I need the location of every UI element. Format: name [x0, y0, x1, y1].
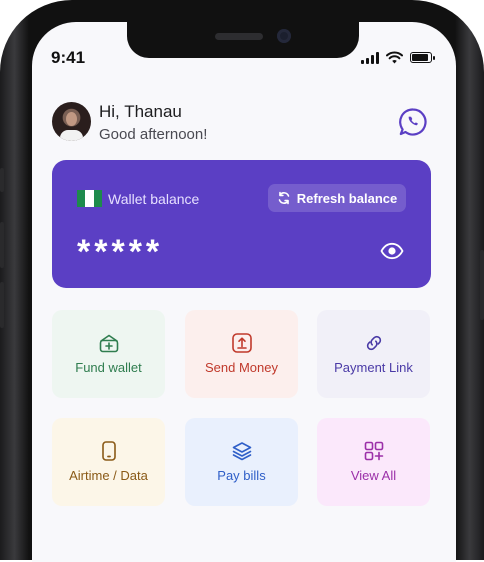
signal-icon: [361, 51, 379, 64]
payment-link-tile[interactable]: Payment Link: [317, 310, 430, 398]
greeting-subtitle: Good afternoon!: [99, 126, 208, 143]
layers-icon: [232, 442, 251, 461]
phone-side-button: [0, 168, 4, 192]
refresh-balance-label: Refresh balance: [296, 190, 398, 206]
wallet-card: Wallet balance Refresh balance *****: [52, 160, 431, 288]
refresh-icon: [278, 191, 290, 205]
pay-bills-label: Pay bills: [217, 468, 266, 483]
airtime-data-label: Airtime / Data: [69, 468, 148, 483]
fund-wallet-label: Fund wallet: [75, 360, 142, 375]
phone-volume-down: [0, 282, 4, 328]
phone-volume-up: [0, 222, 4, 268]
whatsapp-icon[interactable]: [398, 107, 428, 137]
nigeria-flag-icon: [77, 190, 102, 207]
status-icons: [361, 51, 435, 64]
phone-icon: [101, 441, 116, 461]
grid-add-icon: [364, 441, 383, 461]
wallet-add-icon: [99, 334, 118, 353]
avatar[interactable]: [52, 102, 91, 141]
pay-bills-tile[interactable]: Pay bills: [185, 418, 298, 506]
payment-link-label: Payment Link: [334, 360, 413, 375]
refresh-balance-button[interactable]: Refresh balance: [268, 184, 406, 212]
view-all-tile[interactable]: View All: [317, 418, 430, 506]
greeting-name: Hi, Thanau: [99, 102, 182, 121]
view-all-label: View All: [350, 468, 397, 483]
eye-icon[interactable]: [380, 239, 404, 263]
send-money-label: Send Money: [205, 360, 278, 375]
fund-wallet-tile[interactable]: Fund wallet: [52, 310, 165, 398]
app-screen: 9:41 Hi, Thanau Good afternoon! Wallet b…: [32, 22, 456, 562]
status-time: 9:41: [51, 48, 86, 67]
speaker: [215, 33, 263, 40]
link-icon: [366, 335, 381, 351]
battery-icon: [410, 52, 435, 63]
front-camera: [277, 29, 291, 43]
wallet-balance-label: Wallet balance: [108, 191, 200, 207]
airtime-data-tile[interactable]: Airtime / Data: [52, 418, 165, 506]
upload-icon: [231, 333, 252, 353]
masked-balance: *****: [77, 233, 164, 271]
wifi-icon: [386, 51, 403, 64]
send-money-tile[interactable]: Send Money: [185, 310, 298, 398]
phone-power-button: [480, 250, 484, 320]
notch: [127, 22, 359, 58]
